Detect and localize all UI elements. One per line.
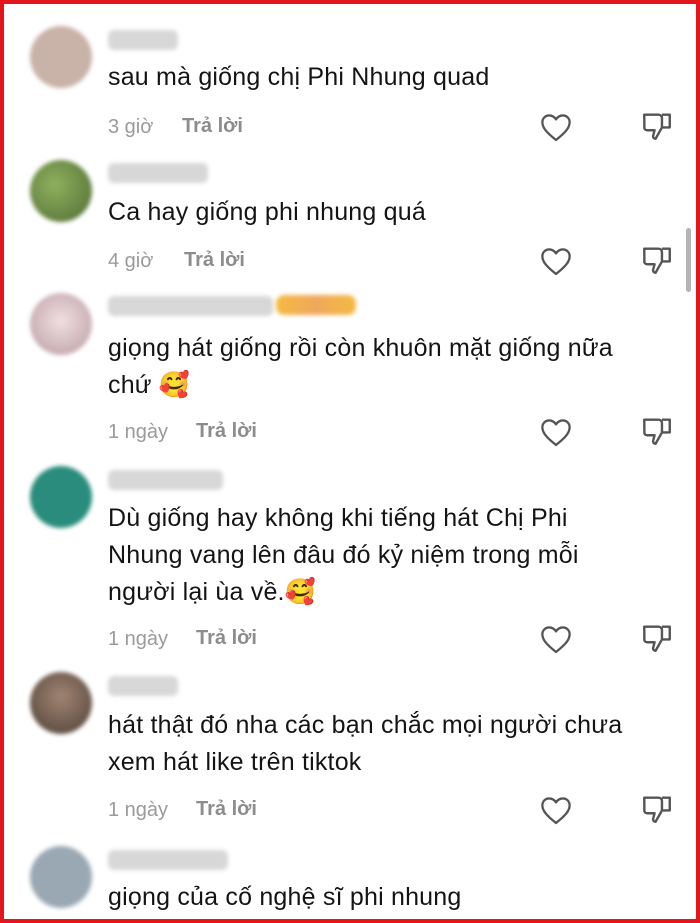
thumbs-down-icon[interactable] bbox=[640, 243, 674, 277]
heart-icon[interactable] bbox=[539, 246, 573, 276]
comment-text: sau mà giống chị Phi Nhung quad bbox=[108, 63, 490, 91]
username[interactable] bbox=[108, 163, 208, 183]
heart-icon[interactable] bbox=[539, 112, 573, 142]
comment-text: Dù giống hay không khi tiếng hát Chị Phi… bbox=[108, 504, 579, 606]
avatar[interactable] bbox=[30, 672, 92, 734]
timestamp: 3 giờ bbox=[108, 116, 154, 138]
avatar[interactable] bbox=[30, 846, 92, 908]
heart-icon[interactable] bbox=[539, 795, 573, 825]
avatar[interactable] bbox=[30, 466, 92, 528]
reply-button[interactable]: Trả lời bbox=[196, 627, 257, 650]
username[interactable] bbox=[108, 30, 178, 50]
thumbs-down-icon[interactable] bbox=[640, 109, 674, 143]
timestamp: 1 ngày bbox=[108, 628, 169, 650]
avatar[interactable] bbox=[30, 293, 92, 355]
thumbs-down-icon[interactable] bbox=[640, 792, 674, 826]
comment-list-frame: sau mà giống chị Phi Nhung quad 3 giờ Tr… bbox=[0, 0, 700, 923]
timestamp: 4 giờ bbox=[108, 250, 154, 272]
reply-button[interactable]: Trả lời bbox=[182, 115, 243, 138]
username[interactable] bbox=[108, 676, 178, 696]
comment-text: giọng của cố nghệ sĩ phi nhung bbox=[108, 883, 462, 911]
username[interactable] bbox=[108, 850, 228, 870]
thumbs-down-icon[interactable] bbox=[640, 414, 674, 448]
comment-text: Ca hay giống phi nhung quá bbox=[108, 198, 426, 226]
comment-text: hát thật đó nha các bạn chắc mọi người c… bbox=[108, 711, 623, 776]
reply-button[interactable]: Trả lời bbox=[196, 420, 257, 443]
avatar[interactable] bbox=[30, 26, 92, 88]
reply-button[interactable]: Trả lời bbox=[184, 249, 245, 272]
thumbs-down-icon[interactable] bbox=[640, 621, 674, 655]
username-emoji bbox=[276, 295, 356, 315]
heart-icon[interactable] bbox=[539, 624, 573, 654]
comment-text: giọng hát giống rồi còn khuôn mặt giống … bbox=[108, 334, 613, 399]
avatar[interactable] bbox=[30, 160, 92, 222]
timestamp: 1 ngày bbox=[108, 421, 169, 443]
scrollbar[interactable] bbox=[686, 228, 691, 292]
username[interactable] bbox=[108, 296, 273, 316]
reply-button[interactable]: Trả lời bbox=[196, 798, 257, 821]
heart-icon[interactable] bbox=[539, 417, 573, 447]
timestamp: 1 ngày bbox=[108, 799, 169, 821]
username[interactable] bbox=[108, 470, 223, 490]
